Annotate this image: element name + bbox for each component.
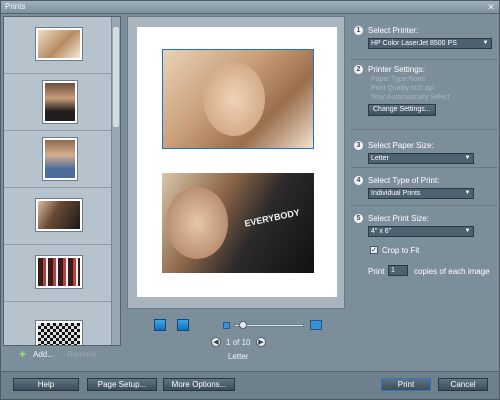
add-remove-row: + Add... Remove — [3, 347, 121, 363]
section-label: Select Type of Print: — [368, 176, 440, 185]
rotate-left-icon[interactable] — [154, 319, 166, 331]
zoom-slider-knob[interactable] — [239, 321, 247, 329]
step-number: 4 — [354, 176, 363, 185]
thumbnail-image — [35, 198, 83, 232]
step-number: 1 — [354, 26, 363, 35]
copies-input[interactable]: 1 — [388, 265, 408, 276]
rotate-right-icon[interactable] — [177, 319, 189, 331]
add-button[interactable]: Add... — [33, 350, 54, 359]
title-bar: Prints ✕ — [1, 1, 499, 14]
zoom-in-icon[interactable] — [310, 320, 322, 330]
thumbnail-image — [35, 27, 83, 61]
section-paper-size: 3 Select Paper Size: Letter ▼ — [351, 130, 497, 168]
step-number: 5 — [354, 214, 363, 223]
print-type-select[interactable]: Individual Prints ▼ — [368, 188, 474, 199]
print-button[interactable]: Print — [381, 378, 431, 391]
print-label: Print — [368, 267, 385, 276]
zoom-out-icon[interactable] — [223, 322, 230, 329]
thumbnail-image — [35, 255, 83, 289]
thumbnail-cell[interactable] — [4, 188, 112, 245]
paper-size-value: Letter — [371, 155, 389, 162]
printer-select[interactable]: HP Color LaserJet 8500 PS ▼ — [368, 38, 492, 49]
thumbnail-image — [42, 80, 78, 124]
change-settings-button[interactable]: Change Settings... — [368, 104, 436, 116]
print-size-value: 4" x 6" — [371, 228, 392, 235]
thumbnail-cell[interactable] — [4, 131, 112, 188]
printer-select-value: HP Color LaserJet 8500 PS — [371, 40, 457, 47]
settings-panel: 1 Select Printer: HP Color LaserJet 8500… — [351, 16, 497, 371]
crop-to-fit-checkbox[interactable]: ✓ — [370, 246, 378, 254]
page-setup-button[interactable]: Page Setup... — [87, 378, 157, 391]
preview-page: EVERYBODY — [137, 27, 337, 297]
close-icon[interactable]: ✕ — [486, 2, 496, 12]
previous-page-button[interactable]: ◀ — [211, 337, 221, 347]
preview-photo-top[interactable] — [162, 49, 314, 149]
plus-icon[interactable]: + — [19, 348, 29, 360]
chevron-down-icon: ▼ — [464, 155, 471, 161]
window-title: Prints — [5, 2, 26, 11]
thumbnail-image — [35, 320, 83, 345]
cancel-button[interactable]: Cancel — [438, 378, 488, 391]
print-quality-info: Print Quality:600 dpi — [371, 85, 435, 92]
section-label: Select Printer: — [368, 26, 419, 35]
paper-type-info: Paper Type:None — [371, 76, 426, 83]
section-print-size: 5 Select Print Size: 4" x 6" ▼ ✓ Crop to… — [351, 206, 497, 286]
thumbnail-image — [42, 137, 78, 181]
help-button[interactable]: Help — [13, 378, 79, 391]
next-page-button[interactable]: ▶ — [256, 337, 266, 347]
remove-button[interactable]: Remove — [67, 350, 97, 359]
print-size-select[interactable]: 4" x 6" ▼ — [368, 226, 474, 237]
print-type-value: Individual Prints — [371, 190, 421, 197]
scrollbar-thumb[interactable] — [113, 27, 119, 127]
copies-suffix-label: copies of each image — [414, 267, 490, 276]
tray-info: Tray:Automatically Select — [371, 94, 450, 101]
section-printer-settings: 2 Printer Settings: Paper Type:None Prin… — [351, 60, 497, 130]
print-preview: EVERYBODY — [127, 16, 345, 309]
chevron-down-icon: ▼ — [464, 190, 471, 196]
prints-dialog: Prints ✕ + Add... Remove EVERYBODY ◀ 1 o… — [0, 0, 500, 400]
thumbnail-cell[interactable] — [4, 74, 112, 131]
thumbnail-cell[interactable] — [4, 302, 112, 345]
paper-size-select[interactable]: Letter ▼ — [368, 153, 474, 164]
crop-to-fit-label: Crop to Fit — [382, 246, 420, 255]
thumbnail-scrollbar[interactable] — [111, 17, 120, 345]
section-printer: 1 Select Printer: HP Color LaserJet 8500… — [351, 16, 497, 60]
paper-size-label: Letter — [228, 352, 249, 361]
button-bar: Help Page Setup... More Options... Print… — [1, 371, 499, 399]
page-indicator: 1 of 10 — [226, 338, 251, 347]
chevron-down-icon: ▼ — [464, 228, 471, 234]
section-label: Select Print Size: — [368, 214, 429, 223]
thumbnail-cell[interactable] — [4, 17, 112, 74]
preview-photo-bottom[interactable]: EVERYBODY — [162, 173, 314, 273]
step-number: 2 — [354, 65, 363, 74]
section-label: Select Paper Size: — [368, 141, 434, 150]
chevron-down-icon: ▼ — [482, 40, 489, 46]
section-label: Printer Settings: — [368, 65, 425, 74]
section-print-type: 4 Select Type of Print: Individual Print… — [351, 168, 497, 206]
step-number: 3 — [354, 141, 363, 150]
thumbnail-cell[interactable] — [4, 245, 112, 302]
more-options-button[interactable]: More Options... — [163, 378, 235, 391]
thumbnail-panel — [3, 16, 121, 346]
